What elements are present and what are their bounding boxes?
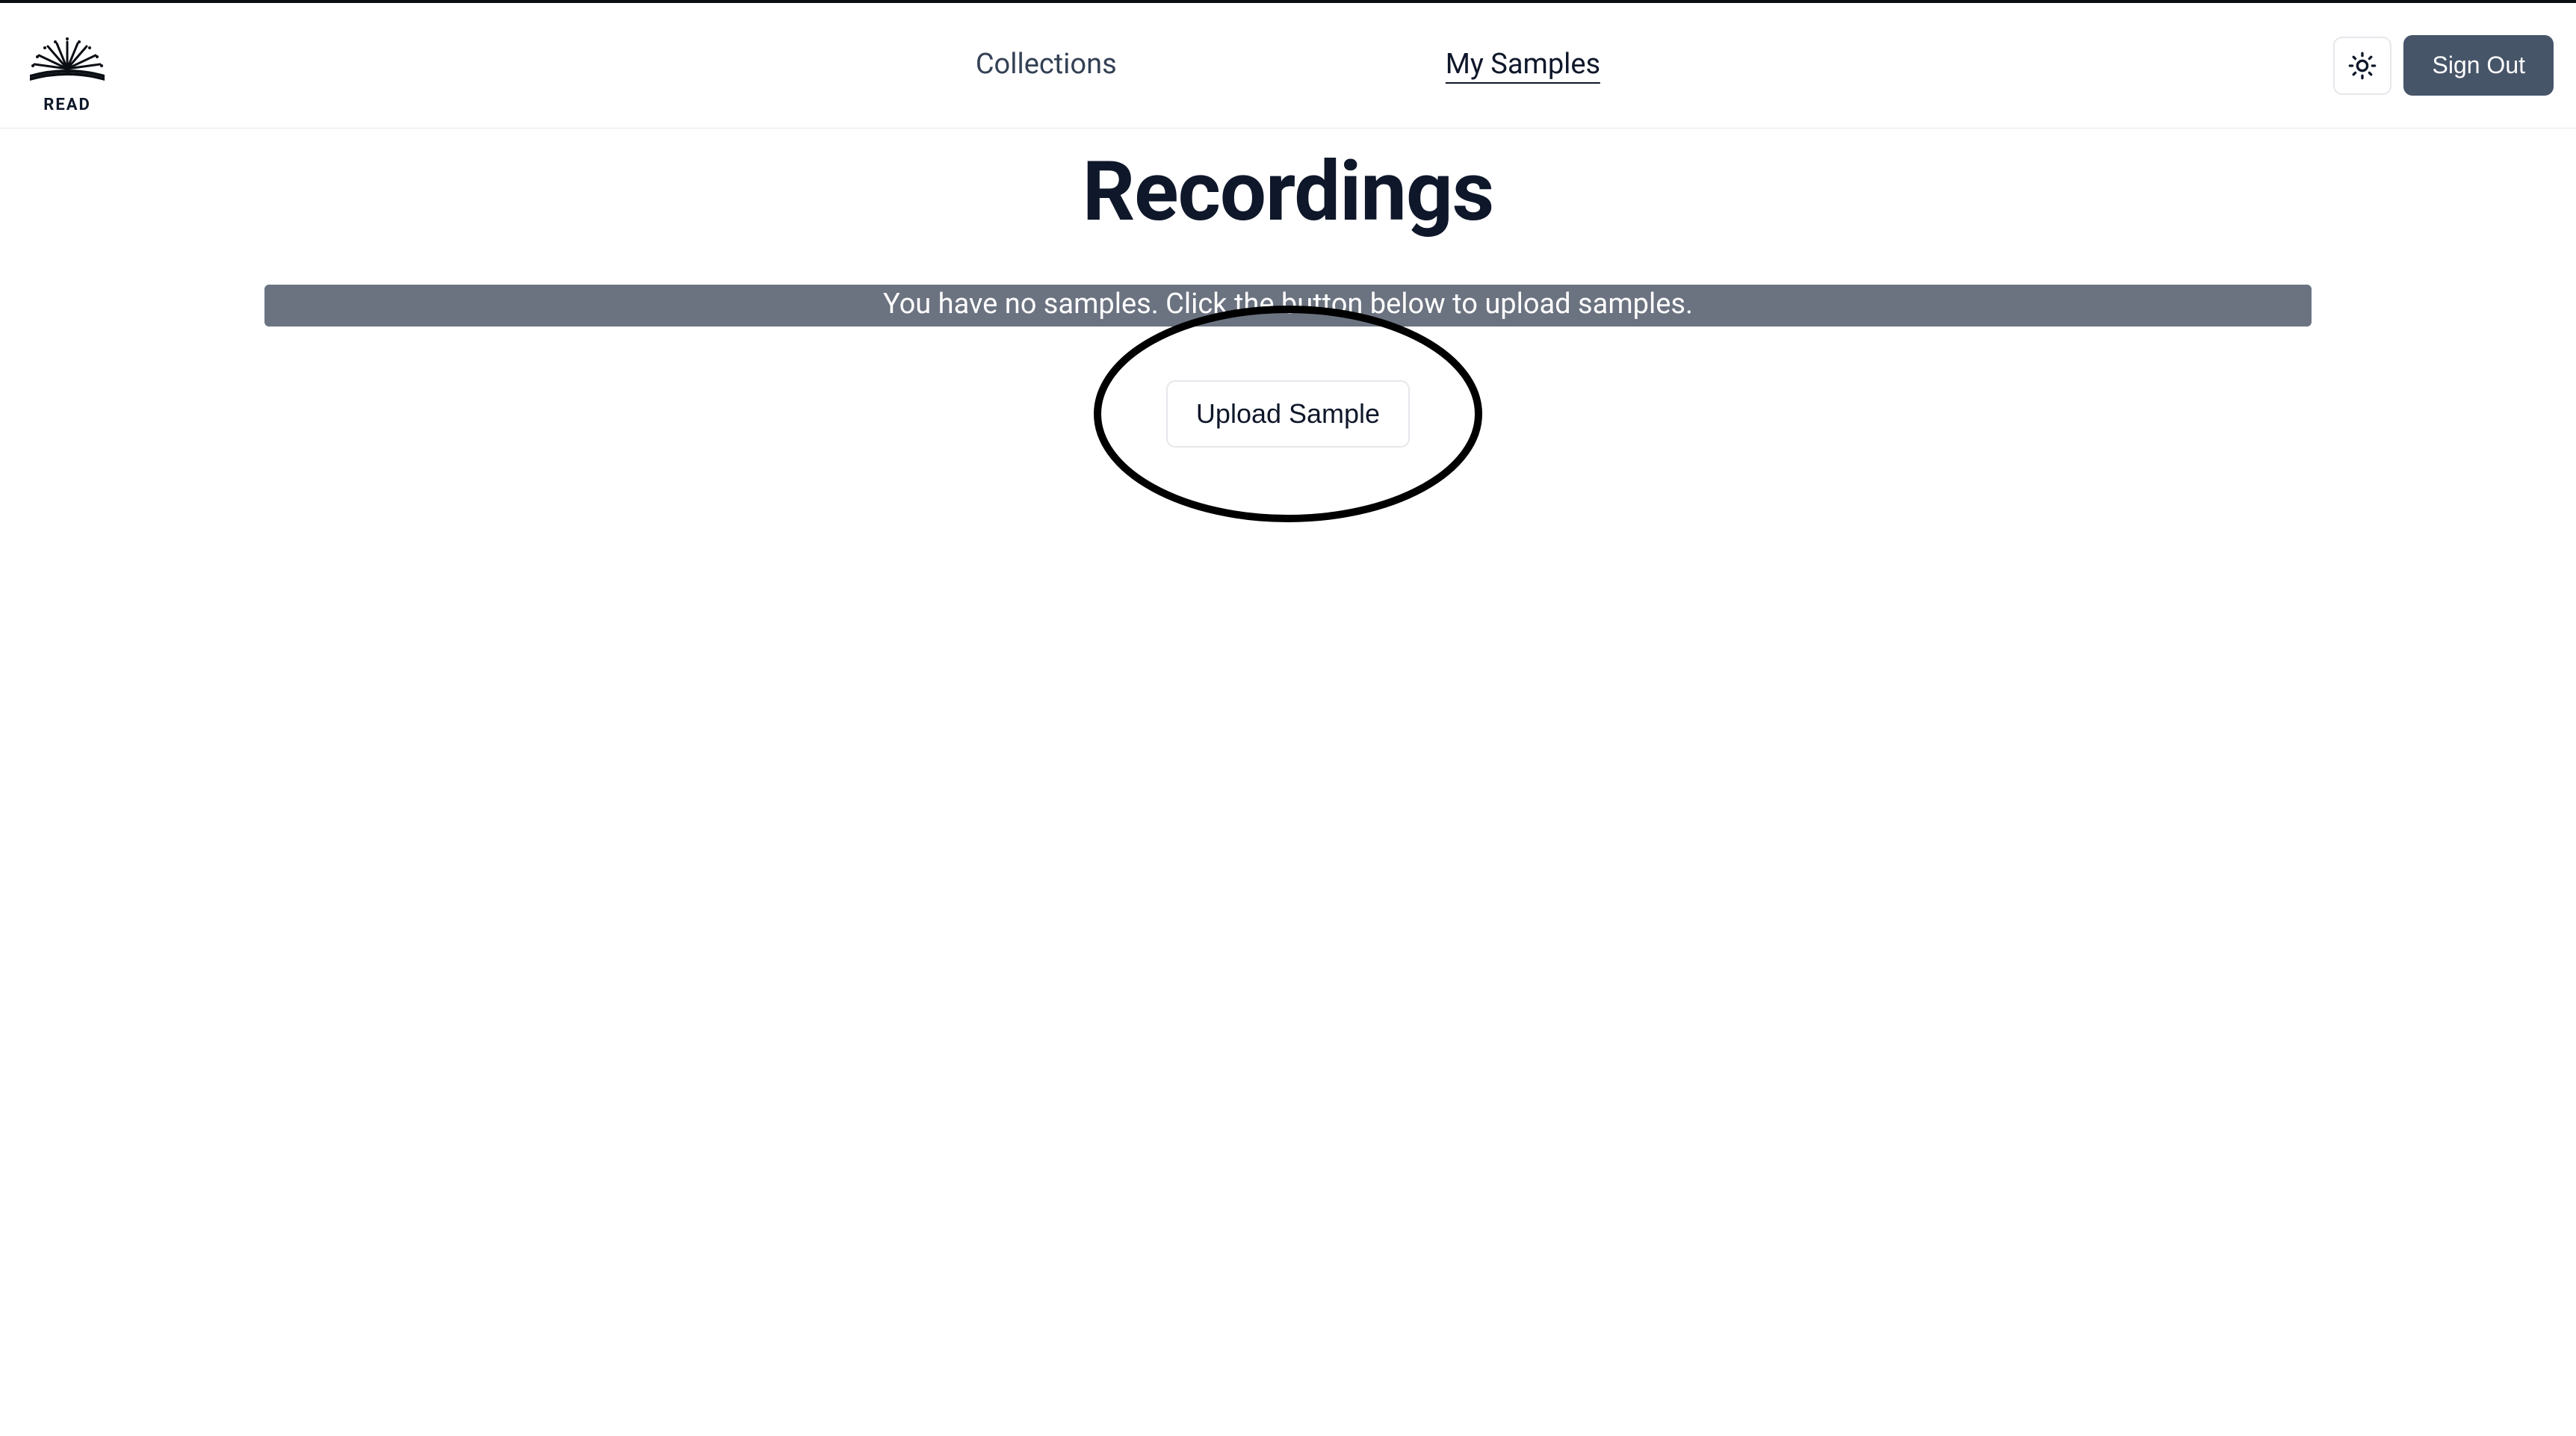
page-title: Recordings [1083, 143, 1494, 240]
theme-toggle-button[interactable] [2333, 37, 2391, 95]
app-header: READ Collections My Samples Sign Out [0, 3, 2576, 129]
nav-my-samples[interactable]: My Samples [1446, 48, 1600, 84]
main-nav: Collections My Samples [976, 48, 1600, 84]
read-logo-icon [22, 16, 112, 99]
nav-collections[interactable]: Collections [976, 48, 1117, 84]
upload-area: Upload Sample [1166, 380, 1410, 448]
logo-text: READ [43, 96, 91, 114]
empty-state-notice: You have no samples. Click the button be… [264, 285, 2312, 326]
main-content: Recordings You have no samples. Click th… [0, 129, 2576, 448]
sign-out-button[interactable]: Sign Out [2403, 35, 2554, 96]
sun-icon [2347, 51, 2377, 81]
upload-sample-button[interactable]: Upload Sample [1166, 380, 1410, 448]
logo[interactable]: READ [22, 16, 112, 114]
header-right: Sign Out [2333, 35, 2554, 96]
